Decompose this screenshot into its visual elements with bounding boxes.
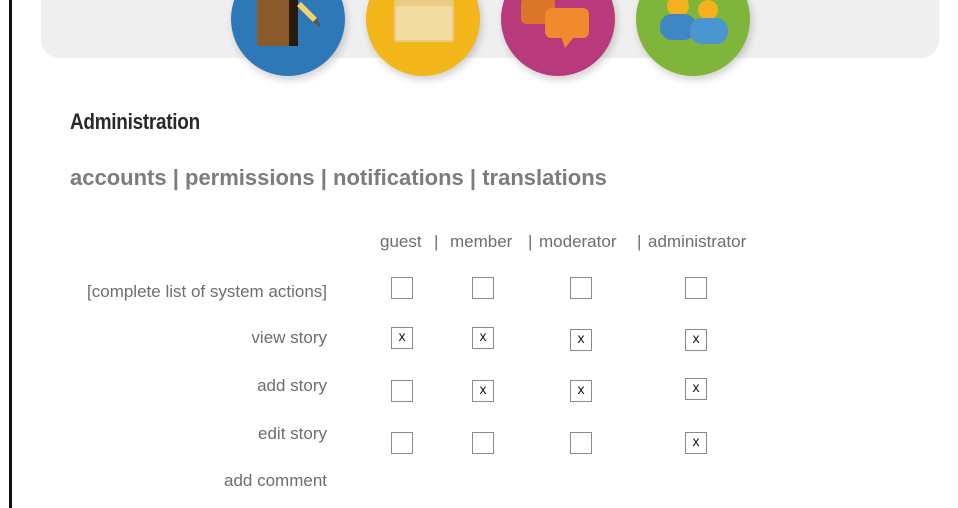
page-title: Administration	[70, 109, 200, 134]
admin-tabs: accounts | permissions | notifications |…	[70, 165, 607, 191]
checkbox-all-actions-moderator[interactable]	[570, 277, 592, 299]
tab-notifications[interactable]: notifications	[333, 165, 464, 190]
tab-separator: |	[172, 165, 179, 190]
checkbox-edit-story-guest[interactable]	[391, 432, 413, 454]
chat-bubbles-icon[interactable]	[501, 0, 615, 76]
checkbox-view-story-member[interactable]: x	[472, 327, 494, 349]
column-header-moderator: moderator	[539, 232, 617, 251]
column-separator: |	[637, 232, 642, 251]
row-label-add-story: add story	[257, 376, 327, 395]
checkbox-add-story-administrator[interactable]: x	[685, 378, 707, 400]
column-header-administrator: administrator	[648, 232, 747, 251]
top-nav-bar	[41, 0, 939, 58]
users-icon[interactable]	[636, 0, 750, 76]
column-header-guest: guest	[380, 232, 422, 251]
checkbox-view-story-guest[interactable]: x	[391, 327, 413, 349]
row-label-all-actions: [complete list of system actions]	[87, 282, 327, 301]
row-label-add-comment: add comment	[224, 471, 327, 490]
checkbox-all-actions-administrator[interactable]	[685, 277, 707, 299]
row-label-view-story: view story	[251, 328, 327, 347]
checkbox-view-story-administrator[interactable]: x	[685, 329, 707, 351]
checkbox-edit-story-moderator[interactable]	[570, 432, 592, 454]
tab-separator: |	[469, 165, 477, 190]
folder-icon[interactable]	[366, 0, 480, 76]
checkbox-add-story-moderator[interactable]: x	[570, 380, 592, 402]
checkbox-all-actions-member[interactable]	[472, 277, 494, 299]
column-separator: |	[528, 232, 533, 251]
tab-separator: |	[320, 165, 327, 190]
column-separator: |	[434, 232, 439, 251]
checkbox-add-story-guest[interactable]	[391, 380, 413, 402]
checkbox-all-actions-guest[interactable]	[391, 277, 413, 299]
tab-translations[interactable]: translations	[482, 165, 607, 190]
row-label-edit-story: edit story	[258, 424, 327, 443]
tab-accounts[interactable]: accounts	[70, 165, 167, 190]
left-border	[9, 0, 12, 508]
checkbox-view-story-moderator[interactable]: x	[570, 329, 592, 351]
tab-permissions[interactable]: permissions	[185, 165, 315, 190]
column-header-member: member	[450, 232, 513, 251]
checkbox-add-story-member[interactable]: x	[472, 380, 494, 402]
notebook-icon[interactable]	[231, 0, 345, 76]
checkbox-edit-story-administrator[interactable]: x	[685, 432, 707, 454]
checkbox-edit-story-member[interactable]	[472, 432, 494, 454]
